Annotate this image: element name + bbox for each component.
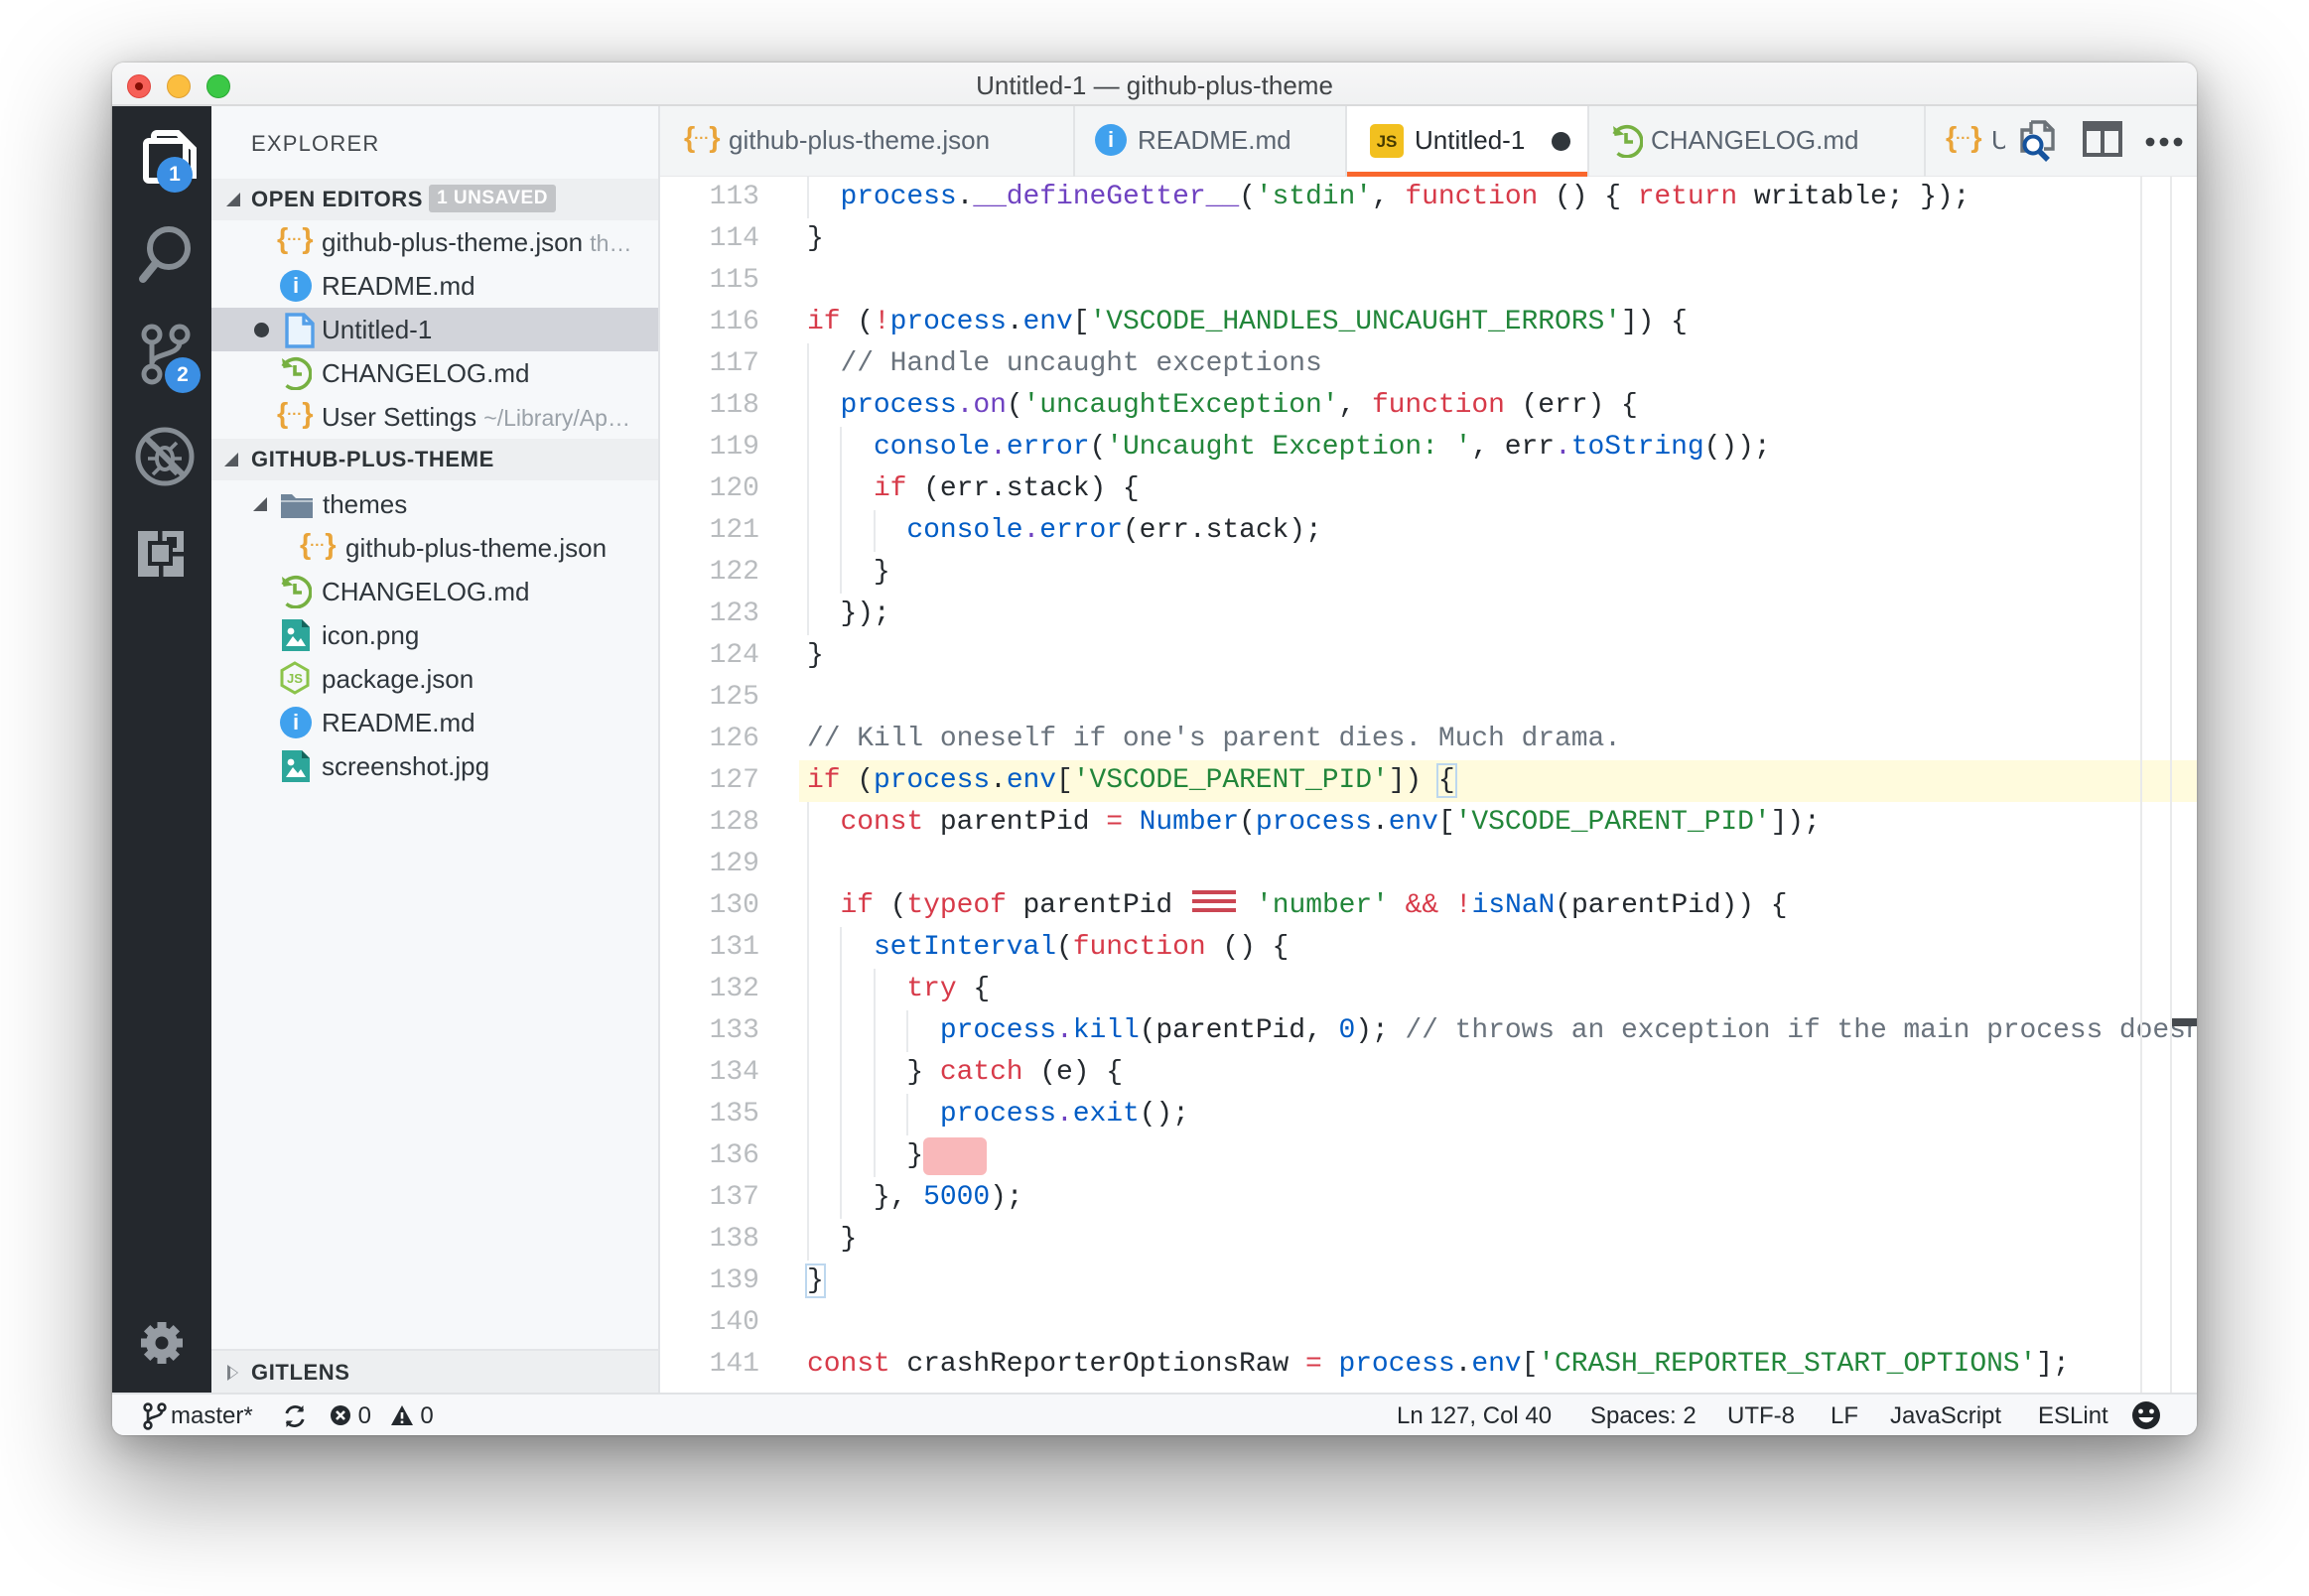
- svg-text:JS: JS: [287, 671, 303, 686]
